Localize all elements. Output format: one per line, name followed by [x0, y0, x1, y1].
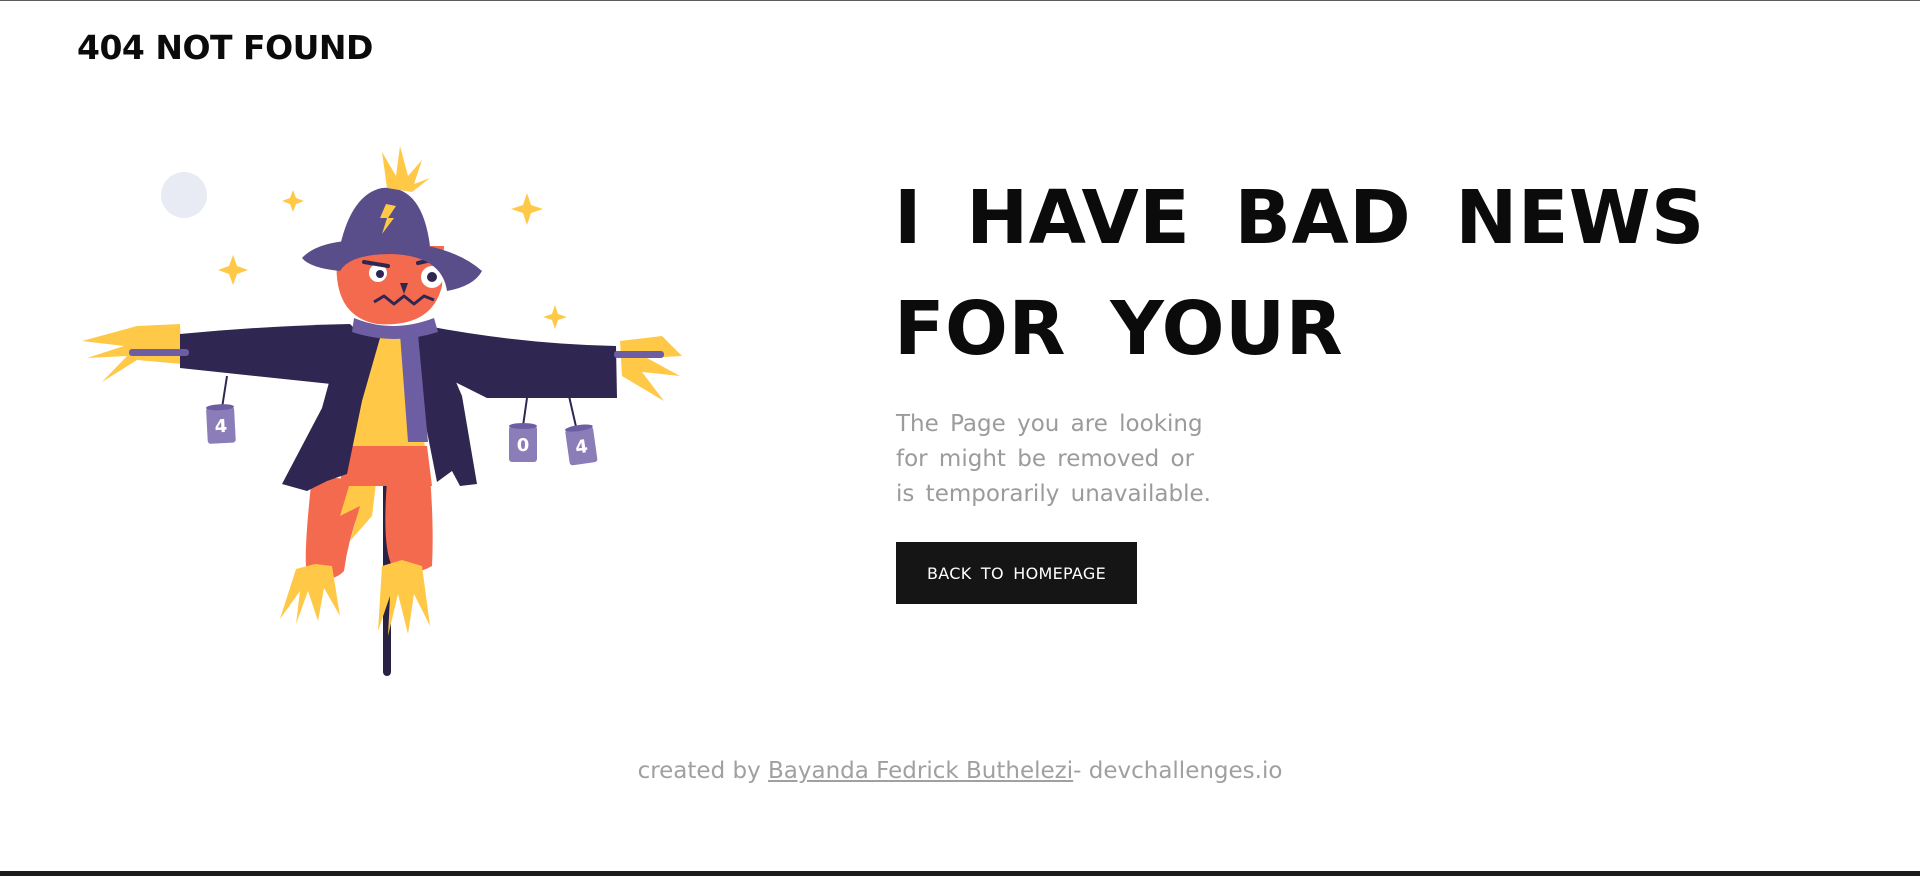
right-leg: [385, 476, 433, 572]
right-pupil: [427, 272, 437, 282]
footer-prefix: created by: [637, 758, 769, 784]
sparkle-icon: [218, 255, 248, 285]
bottom-bar: [0, 871, 1920, 876]
can-string: [522, 397, 528, 427]
page: 404 NOT FOUND 4 0 4 I HAVE BAD NEWS FOR …: [0, 0, 1920, 876]
headline-line-2: FOR YOUR: [894, 286, 1344, 372]
sparkle-icon: [511, 193, 543, 225]
can-icon: 4: [564, 424, 598, 466]
message-line-1: The Page you are looking: [896, 411, 1203, 437]
moon-circle: [161, 172, 207, 218]
message-line-3: is temporarily unavailable.: [896, 481, 1211, 507]
headline-line-1: I HAVE BAD NEWS: [894, 175, 1705, 261]
can-label: 4: [214, 416, 228, 438]
sparkle-icon: [543, 305, 567, 329]
can-icon: 0: [509, 423, 537, 462]
footer: created by Bayanda Fedrick Buthelezi- de…: [0, 758, 1920, 784]
sparkle-icon: [282, 190, 304, 212]
error-message: The Page you are looking for might be re…: [896, 407, 1256, 512]
author-link[interactable]: Bayanda Fedrick Buthelezi: [768, 758, 1073, 784]
left-foot-straw: [280, 564, 340, 624]
right-hand-straw: [620, 336, 682, 401]
can-icon: 4: [205, 404, 236, 444]
message-line-2: for might be removed or: [896, 446, 1195, 472]
scarecrow-illustration: 4 0 4: [82, 146, 682, 676]
can-label: 0: [517, 435, 530, 456]
left-pupil: [376, 270, 384, 278]
hat-straw: [382, 146, 430, 192]
can-string: [221, 375, 228, 409]
site-logo[interactable]: 404 NOT FOUND: [77, 28, 373, 67]
shirt-lower: [340, 446, 432, 486]
stick-right: [614, 351, 664, 358]
footer-suffix: - devchallenges.io: [1073, 758, 1283, 784]
stick-left: [129, 349, 189, 356]
headline: I HAVE BAD NEWS FOR YOUR: [894, 163, 1705, 385]
back-to-homepage-button[interactable]: BACK TO HOMEPAGE: [896, 542, 1137, 604]
